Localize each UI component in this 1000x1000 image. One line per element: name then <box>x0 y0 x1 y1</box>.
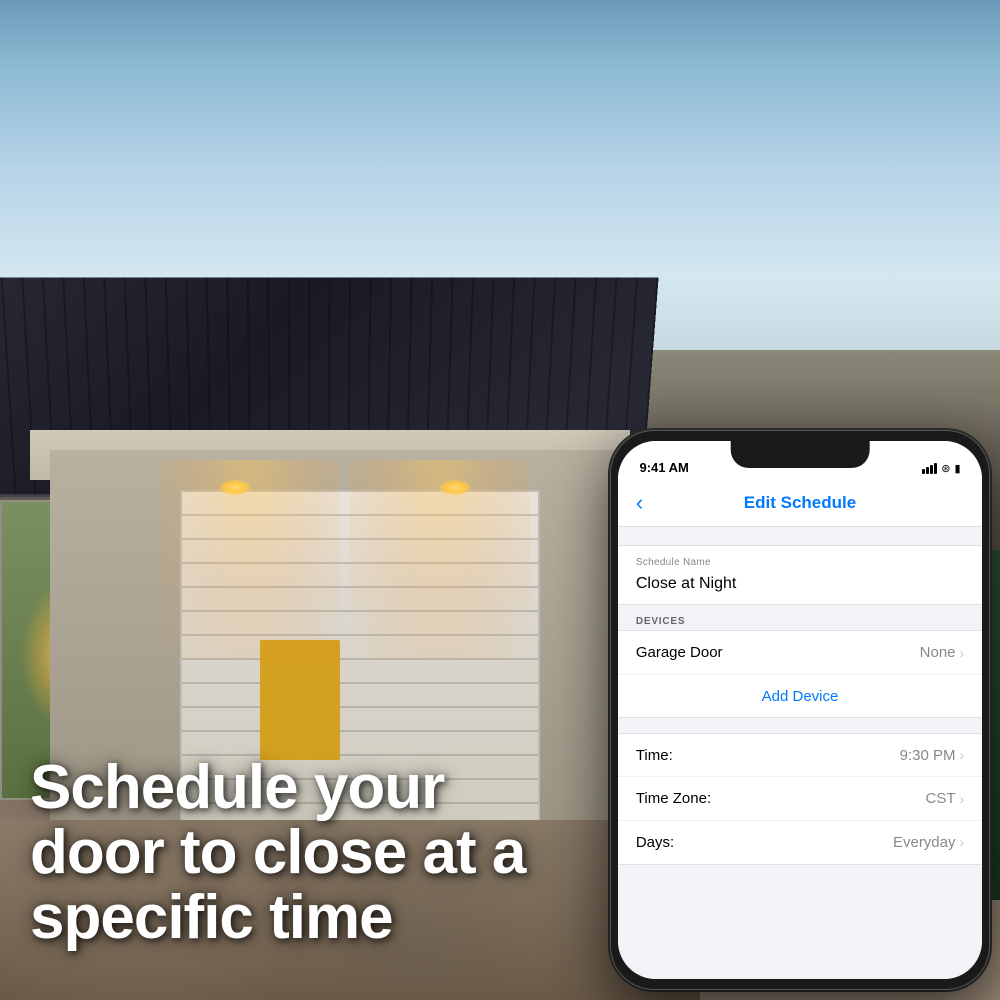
days-row[interactable]: Days: Everyday › <box>618 821 983 864</box>
signal-bar-4 <box>934 463 937 474</box>
garage-door-label: Garage Door <box>636 644 723 661</box>
phone-notch <box>731 441 870 468</box>
garage-door-right: None › <box>920 644 965 661</box>
chevron-icon: › <box>960 645 965 661</box>
schedule-name-label: Schedule Name <box>636 557 964 568</box>
time-chevron-icon: › <box>960 747 965 763</box>
phone-device: 9:41 AM ⊛ ▮ ‹ Edit Schedule <box>610 430 990 990</box>
schedule-name-value[interactable]: Close at Night <box>636 575 964 593</box>
bottom-fade <box>618 943 983 979</box>
garage-light-right <box>440 480 470 495</box>
garage-object <box>260 640 340 760</box>
timezone-chevron-icon: › <box>960 791 965 807</box>
battery-icon: ▮ <box>954 462 960 475</box>
nav-title: Edit Schedule <box>744 493 856 513</box>
timezone-label: Time Zone: <box>636 790 711 807</box>
devices-list: Garage Door None › Add Device <box>618 630 983 718</box>
days-right: Everyday › <box>893 834 964 851</box>
days-chevron-icon: › <box>960 834 965 850</box>
signal-bar-2 <box>926 467 929 474</box>
devices-section-header: DEVICES <box>618 605 983 631</box>
time-right: 9:30 PM › <box>900 747 965 764</box>
timezone-value: CST <box>926 790 956 807</box>
back-button[interactable]: ‹ <box>636 490 643 516</box>
garage-door-value: None <box>920 644 956 661</box>
phone-screen: 9:41 AM ⊛ ▮ ‹ Edit Schedule <box>618 441 983 979</box>
wifi-icon: ⊛ <box>941 462 950 475</box>
add-device-button[interactable]: Add Device <box>762 688 839 705</box>
time-section: Time: 9:30 PM › Time Zone: CST › <box>618 733 983 865</box>
timezone-row[interactable]: Time Zone: CST › <box>618 777 983 821</box>
time-label: Time: <box>636 747 673 764</box>
time-row[interactable]: Time: 9:30 PM › <box>618 734 983 778</box>
add-device-row[interactable]: Add Device <box>618 675 983 718</box>
status-icons: ⊛ ▮ <box>922 462 960 475</box>
time-list: Time: 9:30 PM › Time Zone: CST › <box>618 733 983 865</box>
headline: Schedule your door to close at a specifi… <box>30 755 550 950</box>
signal-bar-1 <box>922 469 925 474</box>
top-spacer <box>618 527 983 545</box>
garage-light-left <box>220 480 250 495</box>
days-value: Everyday <box>893 834 956 851</box>
garage-door-row[interactable]: Garage Door None › <box>618 631 983 675</box>
signal-icon <box>922 463 937 474</box>
schedule-name-section: Schedule Name Close at Night <box>618 545 983 604</box>
time-value: 9:30 PM <box>900 747 956 764</box>
content-area: Schedule Name Close at Night DEVICES Gar… <box>618 527 983 979</box>
status-time: 9:41 AM <box>639 460 688 475</box>
signal-bar-3 <box>930 465 933 474</box>
timezone-right: CST › <box>926 790 965 807</box>
nav-bar: ‹ Edit Schedule <box>618 479 983 527</box>
days-label: Days: <box>636 834 674 851</box>
phone-wrapper: 9:41 AM ⊛ ▮ ‹ Edit Schedule <box>610 430 990 990</box>
marketing-text-block: Schedule your door to close at a specifi… <box>30 755 550 950</box>
